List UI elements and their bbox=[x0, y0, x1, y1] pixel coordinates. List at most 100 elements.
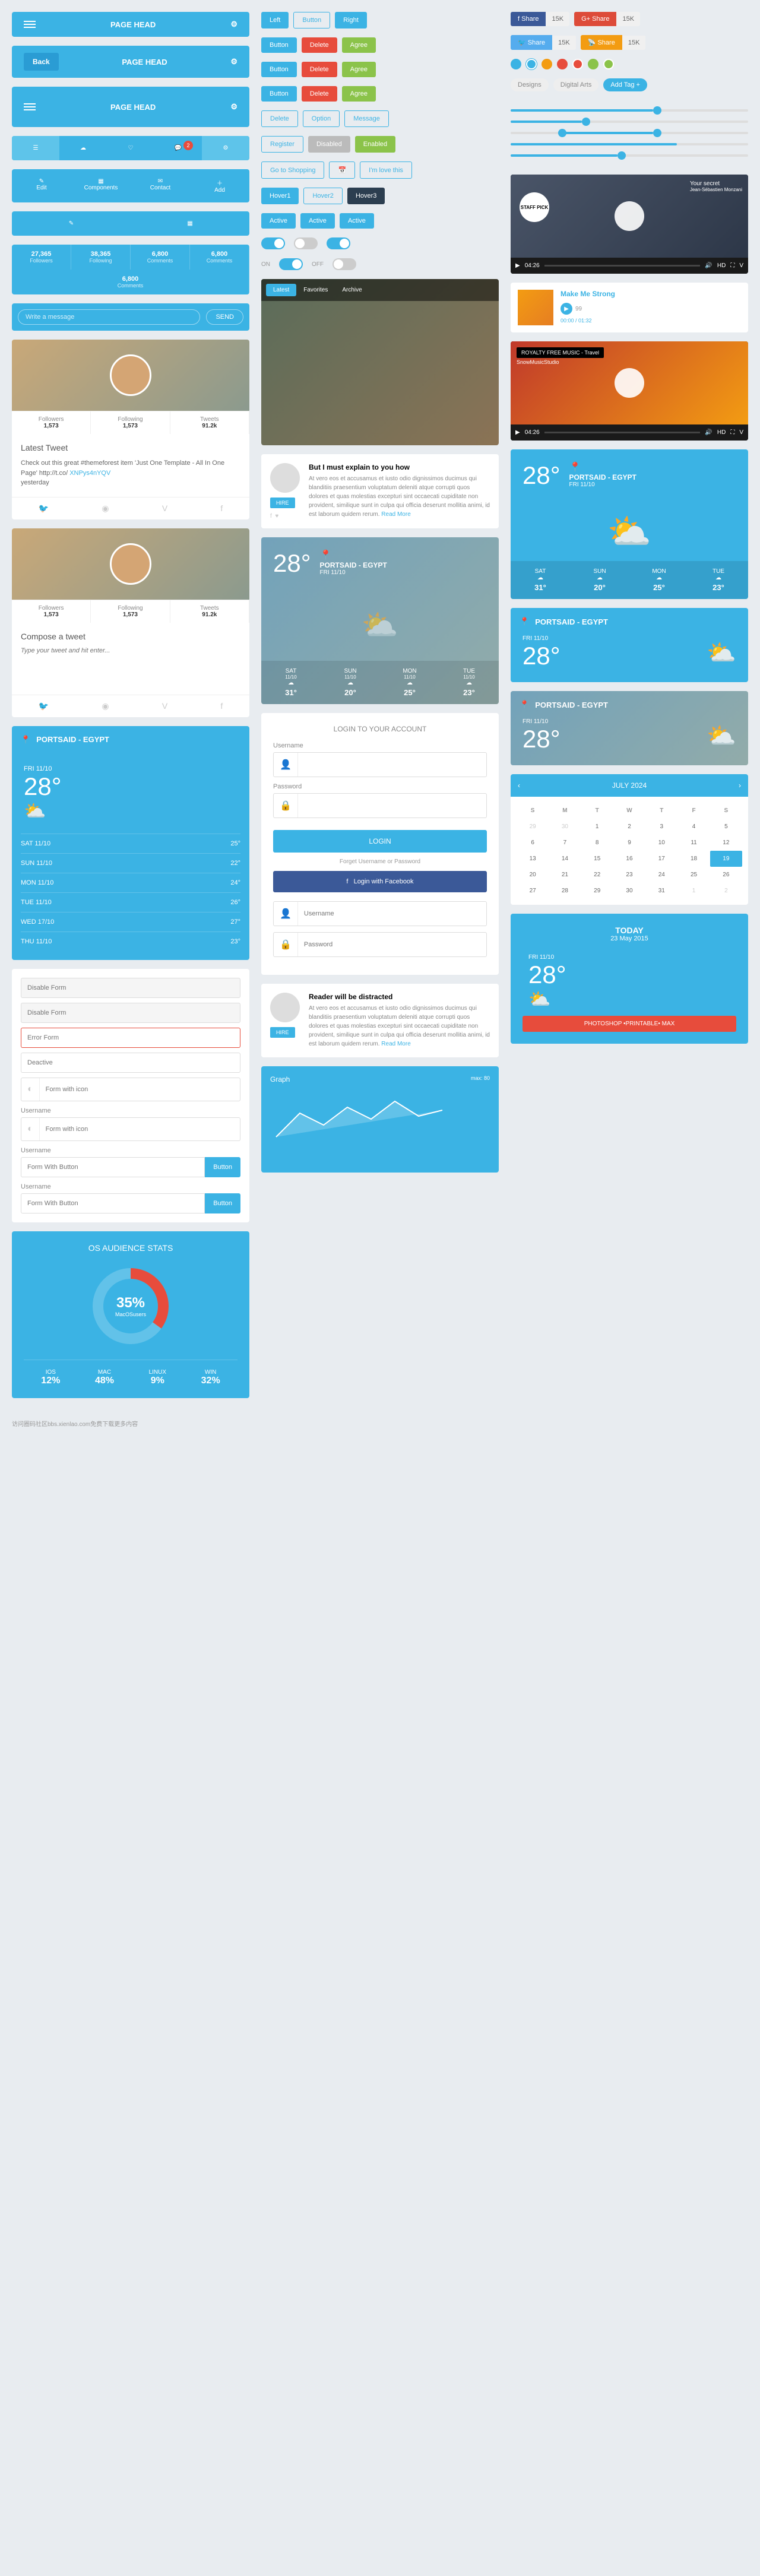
vimeo-icon[interactable]: V bbox=[162, 701, 167, 711]
cal-day-21[interactable]: 21 bbox=[549, 867, 581, 883]
vimeo-icon[interactable]: V bbox=[162, 503, 167, 514]
cal-day-12[interactable]: 12 bbox=[710, 835, 742, 851]
hamburger-icon[interactable] bbox=[24, 102, 36, 112]
forecast-row[interactable]: SUN 11/1022° bbox=[21, 853, 240, 873]
gear-icon[interactable]: ⚙ bbox=[230, 102, 238, 112]
cal-day-2[interactable]: 2 bbox=[613, 819, 645, 835]
stat-comments-2[interactable]: 6,800Comments bbox=[190, 245, 249, 270]
login-button[interactable]: LOGIN bbox=[273, 830, 487, 853]
dot-red[interactable] bbox=[557, 59, 568, 69]
share-rss[interactable]: 📡 Share15K bbox=[581, 35, 646, 50]
tab-contact[interactable]: ✉Contact bbox=[131, 169, 190, 202]
tab-chat[interactable]: 💬2 bbox=[154, 136, 202, 160]
disable-form-field[interactable] bbox=[21, 978, 240, 998]
cal-day-3[interactable]: 3 bbox=[645, 819, 677, 835]
hover1-button[interactable]: Hover1 bbox=[261, 188, 299, 204]
slider[interactable] bbox=[511, 109, 748, 112]
cal-day-18[interactable]: 18 bbox=[677, 851, 710, 867]
hover3-button[interactable]: Hover3 bbox=[347, 188, 385, 204]
fullscreen-icon[interactable]: ⛶ bbox=[730, 262, 734, 269]
tab-menu[interactable]: ☰ bbox=[12, 136, 59, 160]
cal-day-24[interactable]: 24 bbox=[645, 867, 677, 883]
cal-day-30[interactable]: 30 bbox=[613, 883, 645, 899]
toggle-switch[interactable] bbox=[327, 237, 350, 249]
day-mon[interactable]: MON11/10☁25° bbox=[380, 661, 439, 704]
cal-day-23[interactable]: 23 bbox=[613, 867, 645, 883]
left-button[interactable]: Left bbox=[261, 12, 289, 28]
hd-icon[interactable]: HD bbox=[717, 262, 726, 269]
tab-heart[interactable]: ♡ bbox=[107, 136, 154, 160]
stat-comments-3[interactable]: 6,800Comments bbox=[12, 270, 249, 294]
tag-designs[interactable]: Designs bbox=[511, 78, 549, 91]
message-input[interactable] bbox=[18, 309, 200, 325]
forecast-row[interactable]: MON 11/1024° bbox=[21, 873, 240, 892]
error-form-field[interactable] bbox=[21, 1028, 240, 1048]
cal-day-31[interactable]: 31 bbox=[645, 883, 677, 899]
stat-comments[interactable]: 6,800Comments bbox=[131, 245, 190, 270]
cal-day-26[interactable]: 26 bbox=[710, 867, 742, 883]
day-sun[interactable]: SUN11/10☁20° bbox=[321, 661, 380, 704]
dot-orange[interactable] bbox=[542, 59, 552, 69]
cal-day-1[interactable]: 1 bbox=[581, 819, 613, 835]
facebook-icon[interactable]: f bbox=[220, 503, 223, 514]
cal-day-8[interactable]: 8 bbox=[581, 835, 613, 851]
cal-day-10[interactable]: 10 bbox=[645, 835, 677, 851]
add-tag-button[interactable]: Add Tag + bbox=[603, 78, 647, 91]
share-google[interactable]: G+ Share15K bbox=[574, 12, 640, 26]
play-button[interactable]: ▶ bbox=[560, 303, 572, 315]
cal-day-27[interactable]: 27 bbox=[517, 883, 549, 899]
author-avatar[interactable] bbox=[270, 993, 300, 1022]
range-slider[interactable] bbox=[511, 132, 748, 134]
shopping-button[interactable]: Go to Shopping bbox=[261, 161, 324, 179]
tab-gear[interactable]: ⚙ bbox=[202, 136, 249, 160]
cal-prev[interactable]: ‹ bbox=[518, 781, 520, 790]
disable-form-field-2[interactable] bbox=[21, 1003, 240, 1023]
cal-day-11[interactable]: 11 bbox=[677, 835, 710, 851]
dot-green[interactable] bbox=[588, 59, 598, 69]
stat-following[interactable]: Following1,573 bbox=[91, 411, 170, 434]
delete-button[interactable]: Delete bbox=[302, 37, 337, 53]
hover2-button[interactable]: Hover2 bbox=[303, 188, 342, 204]
cal-day-16[interactable]: 16 bbox=[613, 851, 645, 867]
play-button[interactable] bbox=[615, 368, 644, 398]
avatar[interactable] bbox=[110, 354, 151, 396]
cal-day-4[interactable]: 4 bbox=[677, 819, 710, 835]
stat-tweets[interactable]: Tweets91.2k bbox=[170, 411, 249, 434]
message-button[interactable]: Message bbox=[344, 110, 389, 127]
cal-day-13[interactable]: 13 bbox=[517, 851, 549, 867]
enabled-button[interactable]: Enabled bbox=[355, 136, 395, 153]
twitter-icon[interactable]: 🐦 bbox=[39, 701, 49, 711]
stat-followers[interactable]: 27,365Followers bbox=[12, 245, 71, 270]
cal-day-20[interactable]: 20 bbox=[517, 867, 549, 883]
option-button[interactable]: Option bbox=[303, 110, 340, 127]
hamburger-icon[interactable] bbox=[24, 19, 36, 30]
facebook-login-button[interactable]: f Login with Facebook bbox=[273, 871, 487, 892]
right-button[interactable]: Right bbox=[335, 12, 367, 28]
stat-followers[interactable]: Followers1,573 bbox=[12, 411, 91, 434]
tab-archive[interactable]: Archive bbox=[335, 284, 369, 296]
cal-day-9[interactable]: 9 bbox=[613, 835, 645, 851]
forecast-row[interactable]: TUE 11/1026° bbox=[21, 892, 240, 912]
author-avatar[interactable] bbox=[270, 463, 300, 493]
share-facebook[interactable]: f Share15K bbox=[511, 12, 569, 26]
gear-icon[interactable]: ⚙ bbox=[230, 57, 238, 66]
icon-input[interactable]: ◐ bbox=[21, 1117, 240, 1141]
day-sat[interactable]: SAT11/10☁31° bbox=[261, 661, 321, 704]
register-button[interactable]: Register bbox=[261, 136, 303, 153]
pinterest-icon[interactable]: ◉ bbox=[102, 503, 109, 514]
username-input[interactable] bbox=[298, 755, 486, 774]
volume-icon[interactable]: 🔊 bbox=[705, 262, 712, 269]
cal-day-17[interactable]: 17 bbox=[645, 851, 677, 867]
play-icon[interactable]: ▶ bbox=[515, 262, 520, 269]
cal-day-5[interactable]: 5 bbox=[710, 819, 742, 835]
day-tue[interactable]: TUE11/10☁23° bbox=[439, 661, 499, 704]
avatar[interactable] bbox=[110, 543, 151, 585]
active-button[interactable]: Active bbox=[261, 213, 296, 229]
cal-day-6[interactable]: 6 bbox=[517, 835, 549, 851]
share-twitter[interactable]: 🐦 Share15K bbox=[511, 35, 576, 50]
slider[interactable] bbox=[511, 143, 748, 145]
tab-favorites[interactable]: Favorites bbox=[296, 284, 335, 296]
cal-day-22[interactable]: 22 bbox=[581, 867, 613, 883]
toggle-on[interactable] bbox=[261, 237, 285, 249]
cal-next[interactable]: › bbox=[739, 781, 741, 790]
